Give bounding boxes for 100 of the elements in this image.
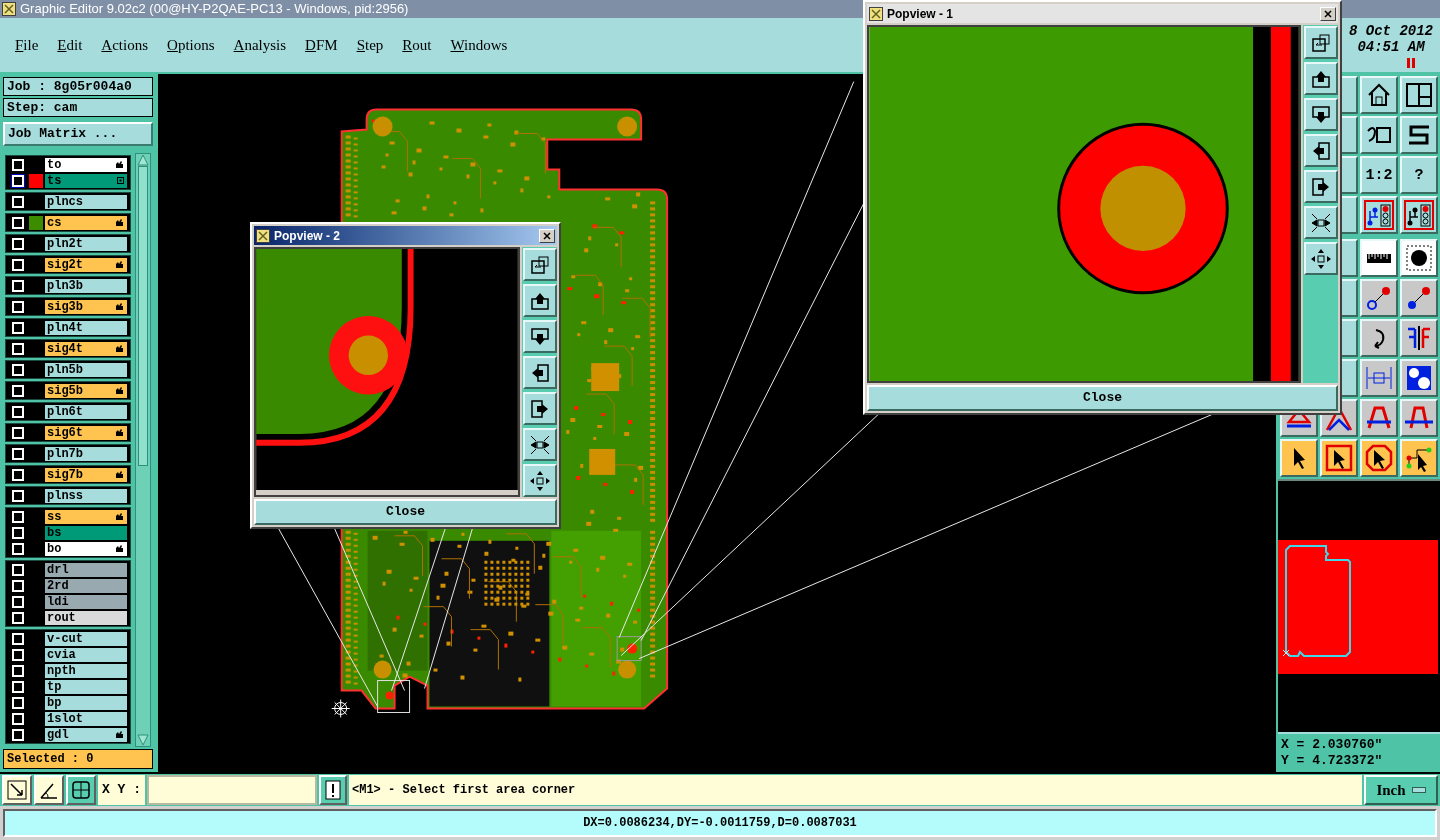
tool-button[interactable] <box>1400 116 1438 154</box>
tool-button[interactable]: ? <box>1400 156 1438 194</box>
menu-item[interactable]: Analysis <box>233 33 287 57</box>
tool-button[interactable] <box>1400 399 1438 437</box>
tool-button[interactable] <box>1400 279 1438 317</box>
tool-button[interactable] <box>1400 359 1438 397</box>
layer-checkbox[interactable] <box>11 610 25 625</box>
layer-name-field[interactable]: npth <box>45 663 127 678</box>
tool-button[interactable] <box>1360 439 1398 477</box>
popview-dialog[interactable]: Popview - 1 Close <box>863 0 1342 415</box>
menu-item[interactable]: Rout <box>402 33 432 57</box>
tool-button[interactable] <box>1360 76 1398 114</box>
layer-checkbox[interactable] <box>11 711 25 726</box>
coordinate-input[interactable] <box>147 775 317 805</box>
layer-name-field[interactable]: to <box>45 157 127 172</box>
layer-checkbox[interactable] <box>11 578 25 593</box>
tool-button[interactable] <box>1400 319 1438 357</box>
close-button[interactable]: Close <box>867 385 1338 411</box>
mode-button[interactable] <box>66 775 96 805</box>
app-icon <box>2 2 16 16</box>
layer-checkbox[interactable] <box>11 541 25 556</box>
hand-icon <box>115 512 124 521</box>
tool-button[interactable] <box>1320 439 1358 477</box>
tool-button[interactable] <box>1360 116 1398 154</box>
tool-button[interactable] <box>1400 196 1438 234</box>
view-tool-button[interactable] <box>522 464 557 497</box>
view-tool-button[interactable] <box>522 356 557 389</box>
tool-button[interactable] <box>1360 319 1398 357</box>
view-tool-button[interactable] <box>522 248 557 281</box>
layer-name-field[interactable]: bs <box>45 525 127 540</box>
menu-item[interactable]: Step <box>356 33 384 57</box>
view-tool-button[interactable] <box>1303 206 1338 239</box>
tool-button[interactable]: 1:2 <box>1360 156 1398 194</box>
layer-name-field[interactable]: gdl <box>45 727 127 742</box>
scrollbar[interactable] <box>135 153 151 747</box>
layer-name-field[interactable]: rout <box>45 610 127 625</box>
view-tool-button[interactable] <box>522 284 557 317</box>
close-button[interactable] <box>539 228 555 243</box>
view-tool-button[interactable] <box>1303 134 1338 167</box>
overview-map[interactable] <box>1278 479 1440 732</box>
layer-checkbox[interactable] <box>11 663 25 678</box>
popview-title-bar[interactable]: Popview - 2 <box>254 226 557 245</box>
layer-name-field[interactable]: v-cut <box>45 631 127 646</box>
view-tool-button[interactable] <box>1303 242 1338 275</box>
tool-button[interactable] <box>1400 239 1438 277</box>
tool-button[interactable] <box>1360 279 1398 317</box>
menu-item[interactable]: Actions <box>101 33 149 57</box>
layer-name-field[interactable]: bo <box>45 541 127 556</box>
units-dropdown[interactable]: Inch <box>1364 775 1438 805</box>
popview-title: Popview - 1 <box>887 5 955 23</box>
scrollbar-thumb[interactable] <box>138 166 148 466</box>
layer-name-field[interactable]: ldi <box>45 594 127 609</box>
view-tool-button[interactable] <box>522 392 557 425</box>
view-tool-button[interactable] <box>1303 170 1338 203</box>
selected-count: Selected : 0 <box>3 749 153 769</box>
menu-item[interactable]: Edit <box>57 33 83 57</box>
layer-name-field[interactable]: bp <box>45 695 127 710</box>
layer-checkbox[interactable] <box>11 157 25 172</box>
view-tool-button[interactable] <box>522 428 557 461</box>
layer-checkbox[interactable] <box>11 173 25 188</box>
layer-name-field[interactable]: 1slot <box>45 711 127 726</box>
menu-item[interactable]: Windows <box>450 33 508 57</box>
layer-checkbox[interactable] <box>11 509 25 524</box>
layer-checkbox[interactable] <box>11 679 25 694</box>
pan-icon <box>528 469 551 492</box>
layer-checkbox[interactable] <box>11 525 25 540</box>
tool-button[interactable] <box>1280 439 1318 477</box>
layer-name-field[interactable]: ts <box>45 173 127 188</box>
layer-checkbox[interactable] <box>11 562 25 577</box>
view-tool-button[interactable] <box>1303 26 1338 59</box>
mode-button[interactable] <box>34 775 64 805</box>
layer-name-field[interactable]: ss <box>45 509 127 524</box>
tool-button[interactable] <box>1360 196 1398 234</box>
layer-name-field[interactable]: drl <box>45 562 127 577</box>
tool-button[interactable] <box>1400 76 1438 114</box>
popview-title-bar[interactable]: Popview - 1 <box>867 4 1338 23</box>
close-button[interactable] <box>1320 6 1336 21</box>
layer-name-field[interactable]: cvia <box>45 647 127 662</box>
tool-button[interactable] <box>1360 399 1398 437</box>
layer-name-field[interactable]: 2rd <box>45 578 127 593</box>
layer-checkbox[interactable] <box>11 695 25 710</box>
layer-checkbox[interactable] <box>11 594 25 609</box>
layer-checkbox[interactable] <box>11 727 25 742</box>
tool-button[interactable] <box>1360 239 1398 277</box>
popview-dialog[interactable]: Popview - 2 Close <box>250 222 561 529</box>
view-tool-button[interactable] <box>1303 98 1338 131</box>
alert-button[interactable] <box>319 775 347 805</box>
tool-button[interactable] <box>1400 439 1438 477</box>
view-tool-button[interactable] <box>522 320 557 353</box>
menu-item[interactable]: Options <box>167 33 215 57</box>
view-tool-button[interactable] <box>1303 62 1338 95</box>
mode-button[interactable] <box>2 775 32 805</box>
menu-item[interactable]: File <box>15 33 39 57</box>
menu-item[interactable]: DFM <box>305 33 338 57</box>
hand-icon <box>115 160 124 169</box>
layer-checkbox[interactable] <box>11 647 25 662</box>
close-button[interactable]: Close <box>254 499 557 525</box>
layer-checkbox[interactable] <box>11 631 25 646</box>
job-matrix-button[interactable]: Job Matrix ... <box>3 122 153 146</box>
layer-name-field[interactable]: tp <box>45 679 127 694</box>
